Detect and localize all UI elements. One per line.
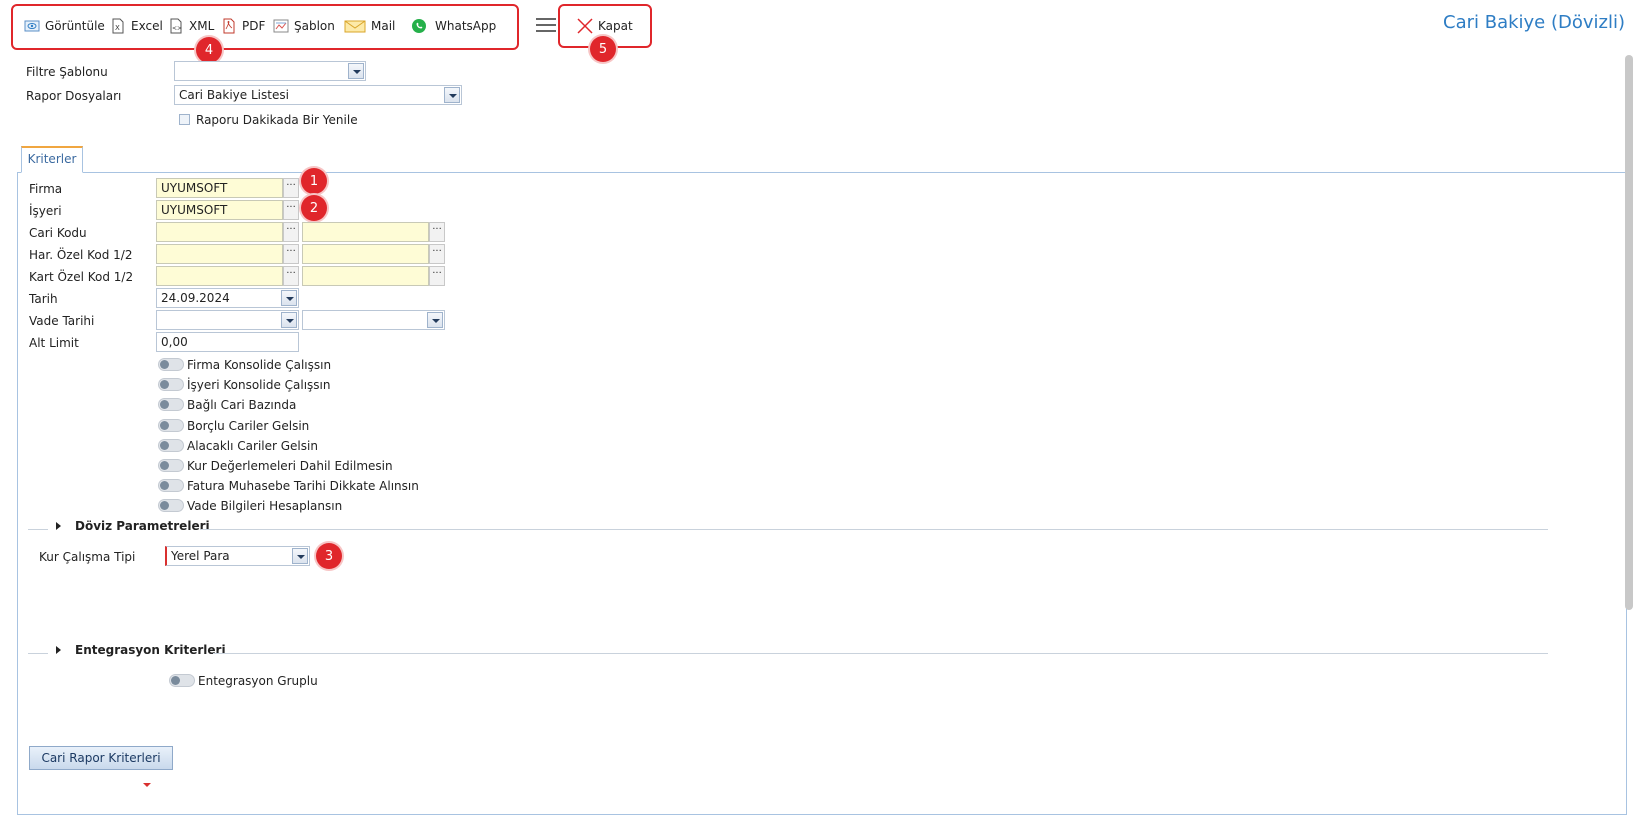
option-toggle-label: Alacaklı Cariler Gelsin	[187, 439, 318, 453]
kur-calisma-value: Yerel Para	[171, 549, 230, 563]
kart-ozel-kod-lookup-2[interactable]: ···	[429, 266, 445, 286]
report-files-label: Rapor Dosyaları	[26, 89, 122, 103]
option-toggle-label: Firma Konsolide Çalışsın	[187, 358, 332, 372]
har-ozel-kod-input-2[interactable]	[302, 244, 429, 264]
option-toggle[interactable]	[158, 378, 184, 391]
har-ozel-kod-label: Har. Özel Kod 1/2	[29, 248, 133, 262]
chevron-down-icon[interactable]	[348, 63, 364, 79]
option-toggle[interactable]	[158, 358, 184, 371]
annotation-badge-3: 3	[316, 543, 342, 569]
annotation-box-toolbar	[11, 4, 519, 50]
expand-arrow-icon[interactable]	[56, 646, 61, 654]
entegrasyon-toggle[interactable]	[169, 674, 195, 687]
isyeri-input[interactable]: UYUMSOFT	[156, 200, 283, 220]
option-toggle-label: Kur Değerlemeleri Dahil Edilmesin	[187, 459, 393, 473]
option-toggle[interactable]	[158, 419, 184, 432]
option-toggle-label: İşyeri Konsolide Çalışsın	[187, 378, 331, 392]
isyeri-label: İşyeri	[29, 204, 62, 218]
refresh-checkbox[interactable]	[179, 114, 190, 125]
required-marker-icon	[143, 783, 151, 787]
chevron-down-icon[interactable]	[292, 548, 308, 564]
hamburger-icon[interactable]	[536, 17, 556, 33]
cari-rapor-kriterleri-button[interactable]: Cari Rapor Kriterleri	[29, 746, 173, 770]
annotation-badge-4: 4	[196, 37, 222, 63]
calendar-dropdown-icon[interactable]	[427, 312, 443, 328]
tarih-label: Tarih	[29, 292, 58, 306]
refresh-label: Raporu Dakikada Bir Yenile	[196, 113, 358, 127]
calendar-dropdown-icon[interactable]	[281, 312, 297, 328]
section-divider	[28, 529, 48, 530]
option-toggle-label: Borçlu Cariler Gelsin	[187, 419, 310, 433]
cari-kodu-lookup-2[interactable]: ···	[429, 222, 445, 242]
cari-kodu-lookup-1[interactable]: ···	[283, 222, 299, 242]
option-toggle-label: Vade Bilgileri Hesaplansın	[187, 499, 343, 513]
har-ozel-kod-lookup-2[interactable]: ···	[429, 244, 445, 264]
firma-input[interactable]: UYUMSOFT	[156, 178, 283, 198]
expand-arrow-icon[interactable]	[56, 522, 61, 530]
annotation-badge-5: 5	[590, 36, 616, 62]
scrollbar[interactable]	[1625, 55, 1633, 610]
filter-template-label: Filtre Şablonu	[26, 65, 108, 79]
kart-ozel-kod-input-1[interactable]	[156, 266, 283, 286]
kart-ozel-kod-lookup-1[interactable]: ···	[283, 266, 299, 286]
har-ozel-kod-input-1[interactable]	[156, 244, 283, 264]
kart-ozel-kod-label: Kart Özel Kod 1/2	[29, 270, 134, 284]
cari-kodu-label: Cari Kodu	[29, 226, 87, 240]
har-ozel-kod-lookup-1[interactable]: ···	[283, 244, 299, 264]
annotation-badge-2: 2	[301, 195, 327, 221]
option-toggle[interactable]	[158, 398, 184, 411]
option-toggle[interactable]	[158, 499, 184, 512]
section-divider	[213, 653, 1548, 654]
entegrasyon-section-title[interactable]: Entegrasyon Kriterleri	[75, 643, 226, 657]
tab-criteria[interactable]: Kriterler	[21, 146, 83, 173]
option-toggle[interactable]	[158, 439, 184, 452]
tarih-input[interactable]: 24.09.2024	[156, 288, 299, 308]
option-toggle[interactable]	[158, 459, 184, 472]
page-title: Cari Bakiye (Dövizli)	[1443, 12, 1625, 33]
vade-tarihi-end[interactable]	[302, 310, 445, 330]
chevron-down-icon[interactable]	[444, 87, 460, 103]
kur-calisma-select[interactable]: Yerel Para	[165, 546, 310, 566]
option-toggle-label: Fatura Muhasebe Tarihi Dikkate Alınsın	[187, 479, 419, 493]
calendar-dropdown-icon[interactable]	[281, 290, 297, 306]
cari-kodu-input-1[interactable]	[156, 222, 283, 242]
alt-limit-label: Alt Limit	[29, 336, 79, 350]
firma-lookup-button[interactable]: ···	[283, 178, 299, 198]
annotation-badge-1: 1	[301, 168, 327, 194]
alt-limit-input[interactable]: 0,00	[156, 332, 299, 352]
option-toggle-label: Bağlı Cari Bazında	[187, 398, 297, 412]
filter-template-select[interactable]	[174, 61, 366, 81]
entegrasyon-toggle-label: Entegrasyon Gruplu	[198, 674, 318, 688]
section-divider	[200, 529, 1548, 530]
doviz-section-title[interactable]: Döviz Parametreleri	[75, 519, 210, 533]
cari-kodu-input-2[interactable]	[302, 222, 429, 242]
kur-calisma-label: Kur Çalışma Tipi	[39, 550, 136, 564]
firma-label: Firma	[29, 182, 63, 196]
kart-ozel-kod-input-2[interactable]	[302, 266, 429, 286]
report-files-value: Cari Bakiye Listesi	[179, 88, 289, 102]
option-toggle[interactable]	[158, 479, 184, 492]
section-divider	[28, 653, 48, 654]
vade-tarihi-start[interactable]	[156, 310, 299, 330]
vade-tarihi-label: Vade Tarihi	[29, 314, 95, 328]
tarih-value: 24.09.2024	[161, 291, 230, 305]
report-files-select[interactable]: Cari Bakiye Listesi	[174, 85, 462, 105]
isyeri-lookup-button[interactable]: ···	[283, 200, 299, 220]
